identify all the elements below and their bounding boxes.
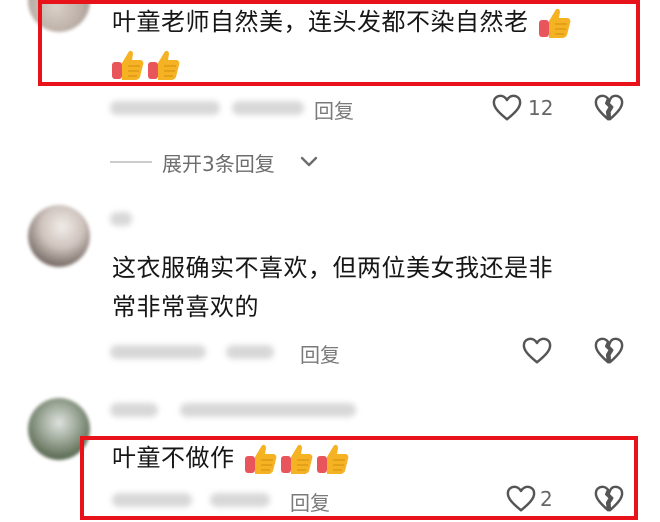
expand-divider <box>110 161 152 163</box>
reply-button[interactable]: 回复 <box>300 339 340 368</box>
highlight-box <box>80 436 638 520</box>
heart-outline-icon[interactable] <box>506 484 536 514</box>
comment-2-text-line2: 常非常喜欢的 <box>112 293 259 321</box>
reply-button[interactable]: 回复 <box>290 487 330 516</box>
highlight-box <box>38 0 640 86</box>
broken-heart-icon[interactable] <box>594 484 624 514</box>
avatar[interactable] <box>28 205 90 267</box>
comment-meta-date <box>110 101 220 115</box>
heart-outline-icon[interactable] <box>522 336 552 366</box>
comment-2-text-line1: 这衣服确实不喜欢，但两位美女我还是非 <box>112 254 553 282</box>
comment-meta-location <box>226 345 274 359</box>
broken-heart-icon[interactable] <box>594 336 624 366</box>
comment-meta-location <box>210 493 270 507</box>
username <box>110 212 132 226</box>
comment-meta-location <box>232 101 304 115</box>
comment-meta-date <box>112 493 192 507</box>
comment-meta-date <box>110 345 206 359</box>
user-tag <box>180 403 356 417</box>
heart-outline-icon[interactable] <box>492 93 522 123</box>
username <box>110 403 158 417</box>
broken-heart-icon[interactable] <box>594 93 624 123</box>
like-count: 2 <box>540 487 553 511</box>
like-count: 12 <box>528 96 554 120</box>
reply-button[interactable]: 回复 <box>314 95 354 124</box>
chevron-down-icon[interactable] <box>298 152 320 170</box>
expand-replies-label[interactable]: 展开3条回复 <box>162 148 275 177</box>
